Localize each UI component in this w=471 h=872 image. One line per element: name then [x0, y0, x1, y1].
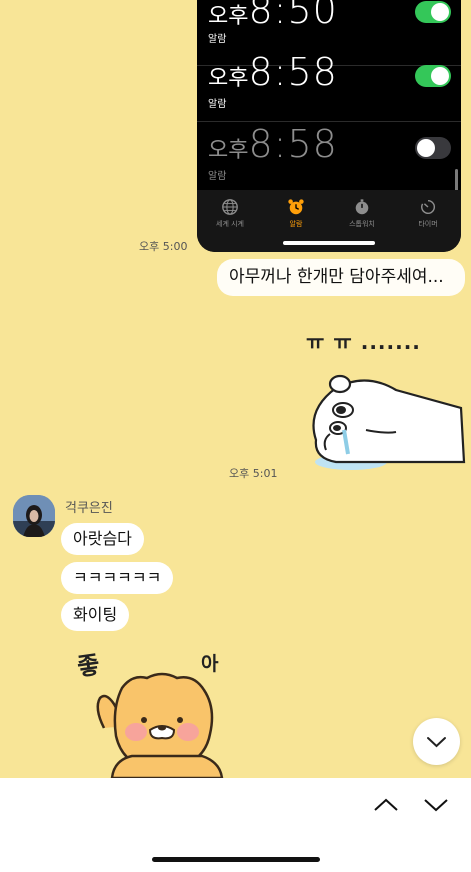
previous-button[interactable] [371, 792, 401, 816]
alarm-toggle-off [415, 137, 451, 159]
alarm-toggle-on [415, 65, 451, 87]
stopwatch-icon [355, 199, 369, 215]
globe-icon [222, 199, 238, 215]
bottom-toolbar [0, 778, 471, 872]
message-timestamp: 오후 5:00 [139, 240, 188, 253]
alarm-time: 8:58 [248, 122, 338, 166]
alarm-row: 오후8:58 알람 [197, 122, 461, 194]
alarm-ampm: 오후 [208, 66, 249, 91]
clock-tab-bar: 세계 시계 알람 스톱워치 타이머 [197, 190, 461, 252]
alarm-label: 알람 [208, 171, 227, 182]
message-timestamp: 오후 5:01 [229, 467, 278, 480]
tab-label: 스톱워치 [349, 220, 375, 228]
alarm-time: 8:58 [248, 50, 338, 94]
alarm-toggle-on [415, 1, 451, 23]
tab-label: 타이머 [418, 220, 438, 228]
chevron-down-icon [427, 737, 446, 748]
message-bubble[interactable]: 아랏슴다 [61, 523, 144, 555]
image-message-alarm-screenshot[interactable]: 오후8:50 알람 오후8:58 알람 오후8:58 알람 세계 시계 알람 스… [197, 0, 461, 252]
alarm-ampm: 오후 [208, 138, 249, 163]
tab-label: 알람 [289, 220, 303, 228]
sender-name: 걱쿠은진 [65, 501, 113, 516]
my-message-bubble[interactable]: 아무꺼나 한개만 담아주세여... [217, 259, 465, 296]
crying-character-sticker[interactable] [296, 370, 471, 475]
message-bubble[interactable]: 화이팅 [61, 599, 130, 631]
home-indicator[interactable] [152, 857, 320, 862]
alarm-time: 8:50 [248, 0, 338, 32]
alarm-label: 알람 [208, 99, 227, 110]
tab-stopwatch: 스톱워치 [329, 190, 395, 229]
avatar[interactable] [13, 495, 55, 537]
alarm-row: 오후8:58 알람 [197, 50, 461, 122]
alarm-ampm: 오후 [208, 4, 249, 29]
tab-world-clock: 세계 시계 [197, 190, 263, 229]
chevron-up-icon [374, 798, 398, 811]
chevron-down-icon [424, 799, 448, 812]
scroll-to-bottom-button[interactable] [413, 718, 460, 765]
message-bubble[interactable]: ㅋㅋㅋㅋㅋㅋ [61, 562, 174, 594]
timer-icon [421, 199, 436, 214]
screenshot-home-indicator [283, 241, 375, 245]
alarm-clock-icon [288, 199, 304, 215]
tab-label: 세계 시계 [216, 220, 244, 228]
tab-timer: 타이머 [395, 190, 461, 229]
sticker-crying-text: ㅠ ㅠ ....... [306, 330, 421, 354]
profile-photo [13, 495, 55, 537]
chat-area[interactable]: 오후8:50 알람 오후8:58 알람 오후8:58 알람 세계 시계 알람 스… [0, 0, 471, 778]
tab-alarm: 알람 [263, 190, 329, 229]
alarm-label: 알람 [208, 34, 227, 45]
lion-character-sticker[interactable] [92, 668, 232, 778]
next-button[interactable] [421, 792, 451, 816]
